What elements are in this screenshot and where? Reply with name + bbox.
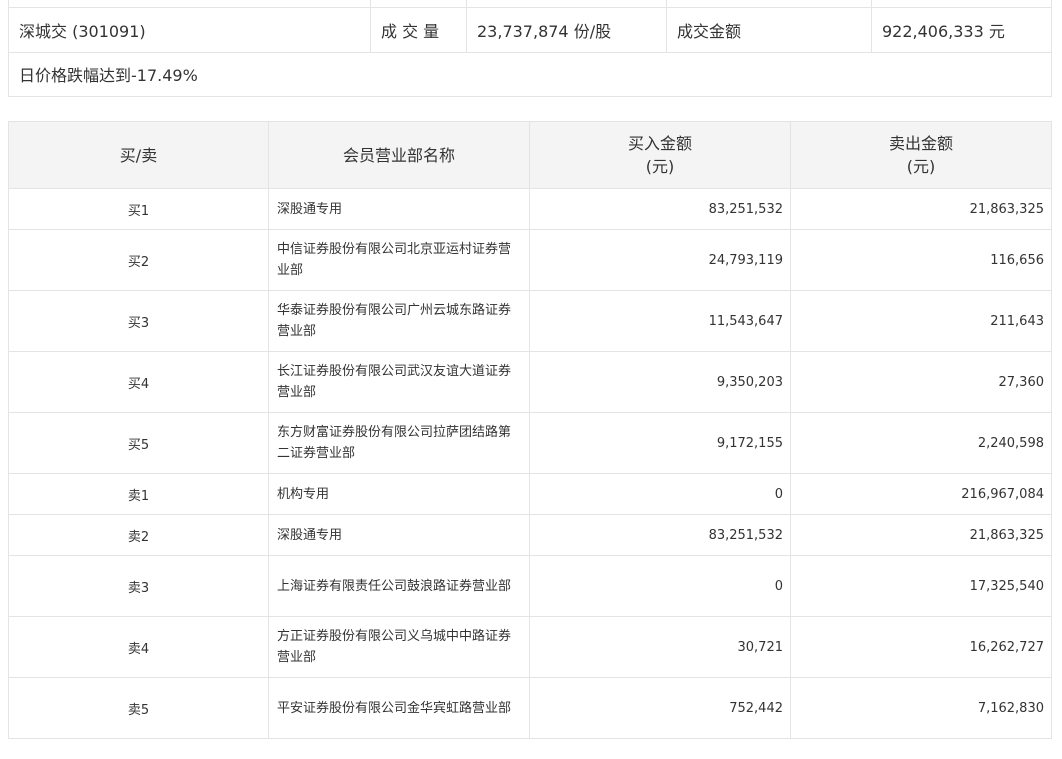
table-row: 买1 深股通专用 83,251,532 21,863,325 — [8, 188, 1052, 230]
table-row: 卖3 上海证券有限责任公司鼓浪路证券营业部 0 17,325,540 — [8, 555, 1052, 617]
row-broker-name: 华泰证券股份有限公司广州云城东路证券营业部 — [268, 290, 530, 352]
table-row: 卖5 平安证券股份有限公司金华宾虹路营业部 752,442 7,162,830 — [8, 677, 1052, 739]
summary-row: 深城交 (301091) 成 交 量 23,737,874 份/股 成交金额 9… — [8, 6, 1052, 53]
row-buy-amount: 83,251,532 — [529, 188, 791, 230]
row-buy-amount: 24,793,119 — [529, 229, 791, 291]
row-sell-amount: 2,240,598 — [790, 412, 1052, 474]
row-sell-amount: 211,643 — [790, 290, 1052, 352]
volume-label: 成 交 量 — [370, 6, 467, 53]
row-broker-name: 上海证券有限责任公司鼓浪路证券营业部 — [268, 555, 530, 617]
row-broker-name: 中信证券股份有限公司北京亚运村证券营业部 — [268, 229, 530, 291]
row-broker-name: 平安证券股份有限公司金华宾虹路营业部 — [268, 677, 530, 739]
row-buy-amount: 83,251,532 — [529, 514, 791, 556]
row-buy-amount: 9,350,203 — [529, 351, 791, 413]
row-side: 买5 — [8, 412, 269, 474]
row-buy-amount: 0 — [529, 555, 791, 617]
row-side: 买3 — [8, 290, 269, 352]
header-buy: 买入金额 (元) — [529, 121, 791, 189]
table-row: 买3 华泰证券股份有限公司广州云城东路证券营业部 11,543,647 211,… — [8, 290, 1052, 352]
volume-value: 23,737,874 份/股 — [466, 6, 667, 53]
row-buy-amount: 9,172,155 — [529, 412, 791, 474]
row-broker-name: 长江证券股份有限公司武汉友谊大道证券营业部 — [268, 351, 530, 413]
table-row: 买5 东方财富证券股份有限公司拉萨团结路第二证券营业部 9,172,155 2,… — [8, 412, 1052, 474]
row-broker-name: 方正证券股份有限公司义乌城中中路证券营业部 — [268, 616, 530, 678]
row-side: 买2 — [8, 229, 269, 291]
stock-summary-table: 深城交 (301091) 成 交 量 23,737,874 份/股 成交金额 9… — [8, 0, 1052, 97]
row-side: 买1 — [8, 188, 269, 230]
row-sell-amount: 27,360 — [790, 351, 1052, 413]
row-sell-amount: 16,262,727 — [790, 616, 1052, 678]
price-drop-note: 日价格跌幅达到-17.49% — [8, 51, 1052, 97]
row-broker-name: 深股通专用 — [268, 514, 530, 556]
header-side: 买/卖 — [8, 121, 269, 189]
header-buy-title: 买入金额 — [627, 134, 692, 153]
header-sell-title: 卖出金额 — [888, 134, 953, 153]
row-broker-name: 机构专用 — [268, 473, 530, 515]
header-sell: 卖出金额 (元) — [790, 121, 1052, 189]
table-row: 买4 长江证券股份有限公司武汉友谊大道证券营业部 9,350,203 27,36… — [8, 351, 1052, 413]
row-sell-amount: 21,863,325 — [790, 514, 1052, 556]
stock-name: 深城交 (301091) — [8, 6, 371, 53]
row-buy-amount: 30,721 — [529, 616, 791, 678]
table-row: 卖2 深股通专用 83,251,532 21,863,325 — [8, 514, 1052, 556]
row-broker-name: 东方财富证券股份有限公司拉萨团结路第二证券营业部 — [268, 412, 530, 474]
table-header-row: 买/卖 会员营业部名称 买入金额 (元) 卖出金额 (元) — [8, 121, 1052, 189]
amount-label: 成交金额 — [666, 6, 872, 53]
row-side: 卖4 — [8, 616, 269, 678]
row-sell-amount: 7,162,830 — [790, 677, 1052, 739]
row-buy-amount: 0 — [529, 473, 791, 515]
row-buy-amount: 11,543,647 — [529, 290, 791, 352]
row-side: 卖3 — [8, 555, 269, 617]
row-sell-amount: 21,863,325 — [790, 188, 1052, 230]
row-side: 卖1 — [8, 473, 269, 515]
row-sell-amount: 216,967,084 — [790, 473, 1052, 515]
header-sell-unit: (元) — [906, 157, 936, 176]
summary-top-edge — [8, 0, 1052, 8]
header-buy-unit: (元) — [645, 157, 675, 176]
row-buy-amount: 752,442 — [529, 677, 791, 739]
row-side: 卖2 — [8, 514, 269, 556]
trading-seats-table: 买/卖 会员营业部名称 买入金额 (元) 卖出金额 (元) 买1 深股通专用 8… — [8, 121, 1052, 739]
header-name: 会员营业部名称 — [268, 121, 530, 189]
amount-value: 922,406,333 元 — [871, 6, 1052, 53]
table-row: 卖1 机构专用 0 216,967,084 — [8, 473, 1052, 515]
table-row: 买2 中信证券股份有限公司北京亚运村证券营业部 24,793,119 116,6… — [8, 229, 1052, 291]
row-sell-amount: 17,325,540 — [790, 555, 1052, 617]
summary-note-row: 日价格跌幅达到-17.49% — [8, 51, 1052, 97]
row-sell-amount: 116,656 — [790, 229, 1052, 291]
row-side: 卖5 — [8, 677, 269, 739]
table-row: 卖4 方正证券股份有限公司义乌城中中路证券营业部 30,721 16,262,7… — [8, 616, 1052, 678]
row-broker-name: 深股通专用 — [268, 188, 530, 230]
row-side: 买4 — [8, 351, 269, 413]
